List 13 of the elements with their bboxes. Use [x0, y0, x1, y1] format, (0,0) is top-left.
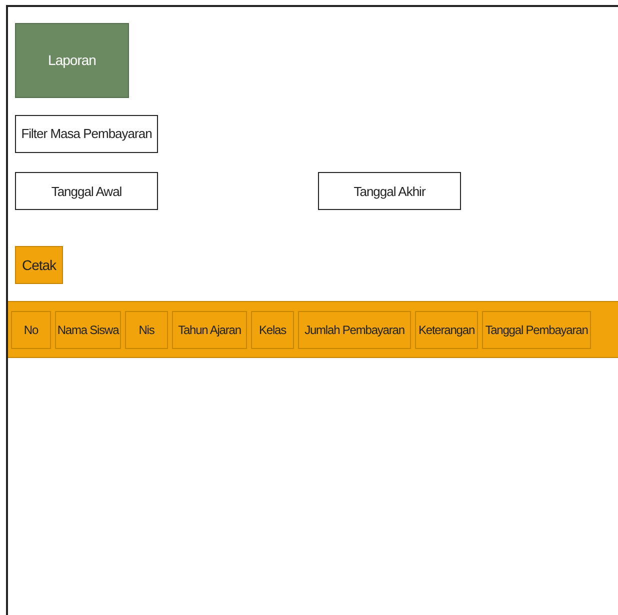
date-field[interactable]: Tanggal Awal — [15, 172, 158, 210]
column-header: Keterangan — [415, 310, 478, 348]
filter-label: Filter Masa Pembayaran — [15, 115, 158, 153]
column-header: Nis — [125, 310, 168, 348]
column-header: Tanggal Pembayaran — [482, 310, 591, 348]
column-header: Kelas — [251, 310, 294, 348]
date-field[interactable]: Tanggal Akhir — [318, 172, 461, 210]
column-header: Tahun Ajaran — [172, 310, 247, 348]
column-header: No — [11, 310, 51, 348]
column-header: Nama Siswa — [55, 310, 121, 348]
print-button[interactable]: Cetak — [15, 246, 63, 284]
title-banner: Laporan — [15, 23, 129, 98]
column-header: Jumlah Pembayaran — [298, 310, 411, 348]
